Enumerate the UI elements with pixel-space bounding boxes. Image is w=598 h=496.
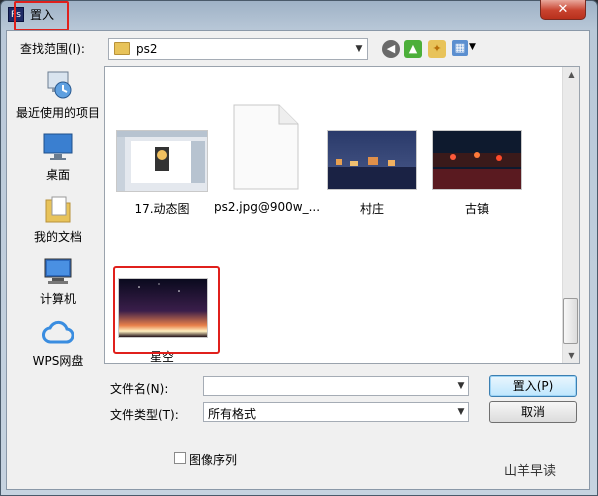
close-button[interactable]: ✕ <box>540 0 586 20</box>
cancel-button[interactable]: 取消 <box>489 401 577 423</box>
selection-highlight-box <box>113 266 220 354</box>
place-recent[interactable]: 最近使用的项目 <box>12 70 104 121</box>
place-documents[interactable]: 我的文档 <box>12 194 104 245</box>
file-thumbnail[interactable] <box>432 130 522 190</box>
lookin-label: 查找范围(I): <box>20 42 85 56</box>
place-wps-cloud[interactable]: WPS网盘 <box>12 318 104 369</box>
place-label: 桌面 <box>45 168 70 182</box>
lookin-value: ps2 <box>136 42 158 56</box>
file-name: 17.动态图 <box>134 202 190 216</box>
new-folder-icon[interactable]: ✦ <box>428 40 446 58</box>
place-desktop[interactable]: 桌面 <box>12 132 104 183</box>
folder-icon <box>114 42 130 55</box>
file-name: 古镇 <box>464 202 489 216</box>
image-sequence-label: 图像序列 <box>189 453 238 467</box>
desktop-icon <box>42 132 74 162</box>
chevron-down-icon[interactable]: ▼ <box>351 39 367 59</box>
view-menu-icon[interactable]: ▦ <box>452 40 468 56</box>
image-sequence-checkbox[interactable] <box>174 452 186 464</box>
cloud-icon <box>42 318 75 348</box>
chevron-down-icon[interactable]: ▼ <box>453 376 469 396</box>
scroll-down-icon[interactable]: ▼ <box>563 349 580 363</box>
file-thumbnail[interactable] <box>116 130 208 192</box>
place-label: 我的文档 <box>33 230 82 244</box>
scroll-up-icon[interactable]: ▲ <box>563 68 580 82</box>
document-icon[interactable] <box>233 104 299 190</box>
file-name: 村庄 <box>359 202 384 216</box>
place-label: WPS网盘 <box>32 354 84 368</box>
place-label: 最近使用的项目 <box>15 106 100 120</box>
back-icon[interactable]: ◀ <box>382 40 400 58</box>
place-label: 计算机 <box>39 292 76 306</box>
filename-field[interactable] <box>203 376 469 396</box>
file-name: ps2.jpg@900w_... <box>213 200 321 214</box>
place-computer[interactable]: 计算机 <box>12 256 104 307</box>
places-bar <box>12 66 104 438</box>
watermark: 山羊早读 <box>504 464 557 479</box>
scrollbar-thumb[interactable] <box>563 298 578 344</box>
filetype-dropdown[interactable]: 所有格式 <box>203 402 469 422</box>
place-button[interactable]: 置入(P) <box>489 375 577 397</box>
filetype-label: 文件类型(T): <box>110 408 179 422</box>
up-folder-icon[interactable]: ▲ <box>404 40 422 58</box>
computer-icon <box>42 256 74 286</box>
filename-label: 文件名(N): <box>110 382 169 396</box>
chevron-down-icon[interactable]: ▼ <box>453 402 469 422</box>
title-bar[interactable] <box>0 0 598 28</box>
recent-icon <box>42 70 74 100</box>
view-menu-chevron-icon[interactable]: ▼ <box>469 42 476 52</box>
title-highlight-box <box>14 1 69 31</box>
file-thumbnail[interactable] <box>327 130 417 190</box>
documents-icon <box>42 194 74 224</box>
